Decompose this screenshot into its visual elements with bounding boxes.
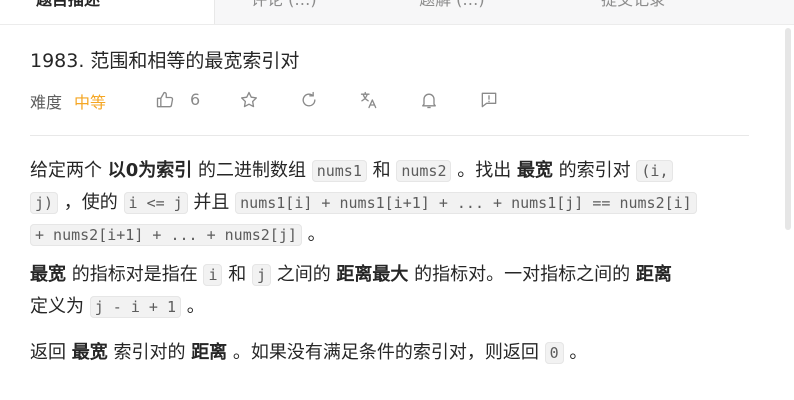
inline-code: nums2 (396, 160, 452, 182)
bold-text: 最宽 (30, 264, 66, 285)
text: 。 (301, 224, 326, 245)
problem-title: 1983. 范围和相等的最宽索引对 (30, 50, 300, 72)
text: 。如果没有满足条件的索引对，则返回 (227, 342, 545, 363)
feedback-icon[interactable] (478, 88, 500, 112)
star-icon[interactable] (238, 88, 260, 112)
bold-text: 最宽 (71, 342, 108, 363)
tab-comments-label: 评论 (…) (251, 0, 317, 9)
text: 的索引对 (552, 160, 637, 181)
divider (30, 135, 749, 136)
text: 并且 (187, 192, 236, 213)
difficulty-value: 中等 (74, 93, 107, 112)
inline-code: i (203, 264, 223, 286)
likes-count: 6 (190, 90, 201, 109)
bold-text: 距离 (191, 342, 228, 363)
bold-text: 最宽 (516, 160, 553, 181)
tab-submissions-label: 提交记录 (601, 0, 665, 9)
text: 和 (222, 264, 252, 285)
description-paragraph-3: 返回 最宽 索引对的 距离 。如果没有满足条件的索引对，则返回 0 。 (30, 337, 760, 369)
text: 。 (181, 296, 205, 317)
history-icon (582, 0, 596, 8)
text: 的指标对是指在 (66, 264, 204, 285)
text: 的二进制数组 (192, 160, 312, 181)
text: 索引对的 (107, 342, 192, 363)
text: ，使的 (58, 192, 124, 213)
text: 之间的 (270, 264, 337, 285)
bell-icon[interactable] (418, 88, 440, 112)
share-icon[interactable] (298, 88, 320, 112)
thumbs-up-icon[interactable] (154, 88, 176, 112)
comment-icon (232, 0, 246, 8)
inline-code: (i, (636, 160, 674, 182)
inline-code: i <= j (123, 192, 188, 214)
text: 给定两个 (30, 160, 108, 181)
text: 的指标对。一对指标之间的 (408, 264, 636, 285)
inline-code: nums1 (311, 160, 367, 182)
text: 和 (366, 160, 397, 181)
tab-description[interactable]: 题目描述 (0, 0, 215, 24)
text: 。找出 (451, 160, 517, 181)
inline-code: j - i + 1 (89, 296, 182, 318)
tab-bar: 题目描述 评论 (…) 题解 (…) 提交记录 (0, 0, 794, 25)
text: 定义为 (30, 296, 90, 317)
bold-text: 距离最大 (336, 264, 409, 285)
bold-text: 以0为索引 (107, 160, 193, 181)
bold-text: 距离 (635, 264, 672, 285)
description-paragraph-2: 最宽 的指标对是指在 i 和 j 之间的 距离最大 的指标对。一对指标之间的 距… (30, 259, 760, 323)
inline-code: 0 (544, 342, 564, 364)
tab-solutions-label: 题解 (…) (419, 0, 485, 9)
tab-description-label: 题目描述 (36, 0, 100, 9)
difficulty-row: 难度 中等 (30, 88, 106, 114)
text: 返回 (30, 342, 72, 363)
inline-code: + nums2[i+1] + ... + nums2[j] (30, 224, 302, 246)
tab-solutions[interactable]: 题解 (…) (400, 0, 485, 24)
inline-code: j (251, 264, 271, 286)
inline-code: j) (30, 192, 59, 214)
translate-icon[interactable] (358, 88, 380, 112)
tab-comments[interactable]: 评论 (…) (232, 0, 317, 24)
text: 。 (563, 342, 588, 363)
tab-submissions[interactable]: 提交记录 (582, 0, 665, 24)
description-paragraph-1: 给定两个 以0为索引 的二进制数组 nums1 和 nums2 。找出 最宽 的… (30, 155, 760, 251)
inline-code: nums1[i] + nums1[i+1] + ... + nums1[j] =… (235, 192, 697, 214)
scrollbar[interactable] (785, 28, 791, 230)
solution-icon (400, 0, 414, 8)
difficulty-label: 难度 (30, 93, 63, 112)
